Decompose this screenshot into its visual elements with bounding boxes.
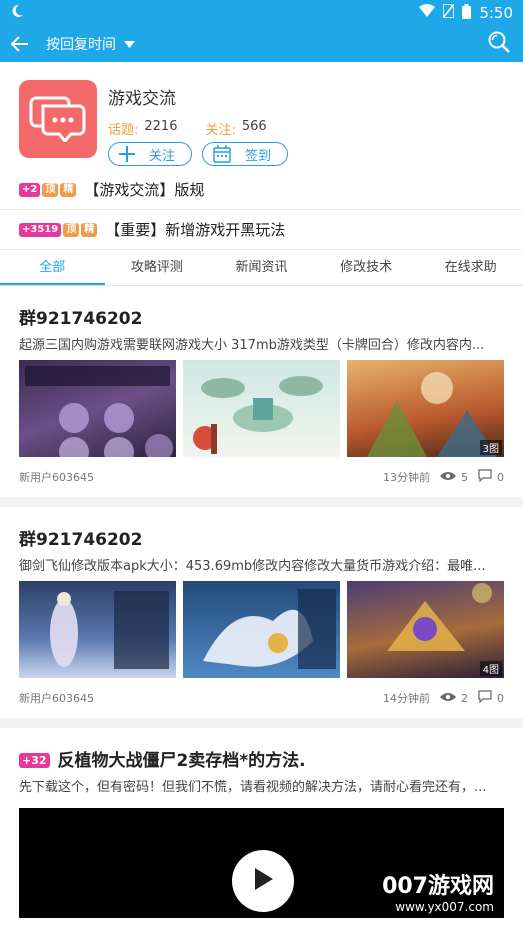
forum-title: 游戏交流 [108,89,176,109]
post-thumbnail[interactable] [19,581,176,678]
view-count: 2 [461,691,468,705]
pinned-post-title: 【游戏交流】版规 [84,181,205,199]
comment-count: 0 [497,470,504,484]
sort-label: 按回复时间 [46,37,116,53]
comment-icon [478,690,492,706]
tab-mod-tech[interactable]: 修改技术 [314,250,419,285]
eye-icon [440,471,456,484]
view-count: 5 [461,470,468,484]
forum-header: 游戏交流 话题: 2216 关注: 566 关注 签到 [0,62,523,170]
post-title: 群921746202 [19,530,143,550]
tab-all[interactable]: 全部 [0,250,105,285]
score-badge: +32 [19,753,50,768]
post-thumbnail[interactable]: 4图 [347,581,504,678]
wifi-icon [419,4,436,22]
watermark-title: 007游戏网 [382,874,494,899]
follow-button-label: 关注 [149,148,176,164]
image-count-badge: 4图 [479,661,502,676]
post-author: 新用户603645 [19,471,94,484]
score-badge: +3519 [19,222,62,237]
follow-button[interactable]: 关注 [108,142,193,166]
tab-news[interactable]: 新闻资讯 [209,250,314,285]
post-summary: 起源三国内购游戏需要联网游戏大小 317mb游戏类型（卡牌回合）修改内容内... [19,338,485,353]
featured-badge: 精 [60,182,77,197]
post-thumbnail[interactable]: 3图 [347,360,504,457]
score-badge: +2 [19,182,41,197]
eye-icon [440,692,456,705]
top-toolbar: 按回复时间 [0,26,523,62]
video-player[interactable]: 007游戏网 www.yx007.com [19,808,504,918]
plus-icon [119,146,135,162]
pinned-post-title: 【重要】新增游戏开黑玩法 [105,221,286,239]
signin-button[interactable]: 签到 [202,142,289,166]
calendar-icon [213,145,231,163]
signin-button-label: 签到 [245,148,272,164]
forum-chat-icon [19,80,97,158]
post-thumbnail[interactable] [183,360,340,457]
watermark-url: www.yx007.com [395,900,494,914]
back-arrow-icon[interactable] [8,32,32,56]
post-thumbnail[interactable] [183,581,340,678]
category-tabs: 全部 攻略评测 新闻资讯 修改技术 在线求助 [0,250,523,286]
post-time: 14分钟前 [383,692,430,705]
status-time: 5:50 [479,4,513,22]
status-bar: 5:50 [0,0,523,26]
battery-icon [462,3,472,23]
top-badge: 顶 [63,222,80,237]
post-meta: 新用户603645 14分钟前 2 0 [19,678,504,718]
post-time: 13分钟前 [383,471,430,484]
sim-icon [442,3,456,22]
post-card[interactable]: +32 反植物大战僵尸2卖存档*的方法. 先下载这个，但有密码！但我们不慌，请看… [0,728,523,918]
search-icon[interactable] [487,30,511,58]
followers-label: 关注: [205,123,236,138]
post-card[interactable]: 群921746202 起源三国内购游戏需要联网游戏大小 317mb游戏类型（卡牌… [0,286,523,507]
followers-count: 566 [241,119,267,134]
sort-dropdown[interactable]: 按回复时间 [46,34,135,54]
forum-stats: 话题: 2216 关注: 566 [108,119,298,138]
post-title: +32 反植物大战僵尸2卖存档*的方法. [19,728,504,778]
post-summary: 先下载这个，但有密码！但我们不慌，请看视频的解决方法，请耐心看完还有，... [19,780,487,795]
post-card[interactable]: 群921746202 御剑飞仙修改版本apk大小：453.69mb修改内容修改大… [0,507,523,728]
post-author: 新用户603645 [19,692,94,705]
top-badge: 顶 [42,182,59,197]
comment-icon [478,469,492,485]
play-button[interactable] [232,850,294,912]
featured-badge: 精 [81,222,98,237]
watermark: 007游戏网 www.yx007.com [382,868,494,914]
play-icon [253,868,273,894]
tab-help[interactable]: 在线求助 [418,250,523,285]
post-title-text: 反植物大战僵尸2卖存档*的方法. [57,751,306,771]
tab-guides[interactable]: 攻略评测 [105,250,210,285]
pinned-post[interactable]: +3519 顶 精 【重要】新增游戏开黑玩法 [0,210,523,250]
comment-count: 0 [497,691,504,705]
post-thumbnail[interactable] [19,360,176,457]
topics-label: 话题: [108,123,139,138]
chevron-down-icon [124,36,135,52]
post-summary: 御剑飞仙修改版本apk大小：453.69mb修改内容修改大量货币游戏介绍：最唯.… [19,559,486,574]
topics-count: 2216 [144,119,178,134]
pinned-post[interactable]: +2 顶 精 【游戏交流】版规 [0,170,523,210]
post-meta: 新用户603645 13分钟前 5 0 [19,457,504,497]
image-count-badge: 3图 [479,440,502,455]
post-title: 群921746202 [19,309,143,329]
moon-icon [10,4,24,22]
